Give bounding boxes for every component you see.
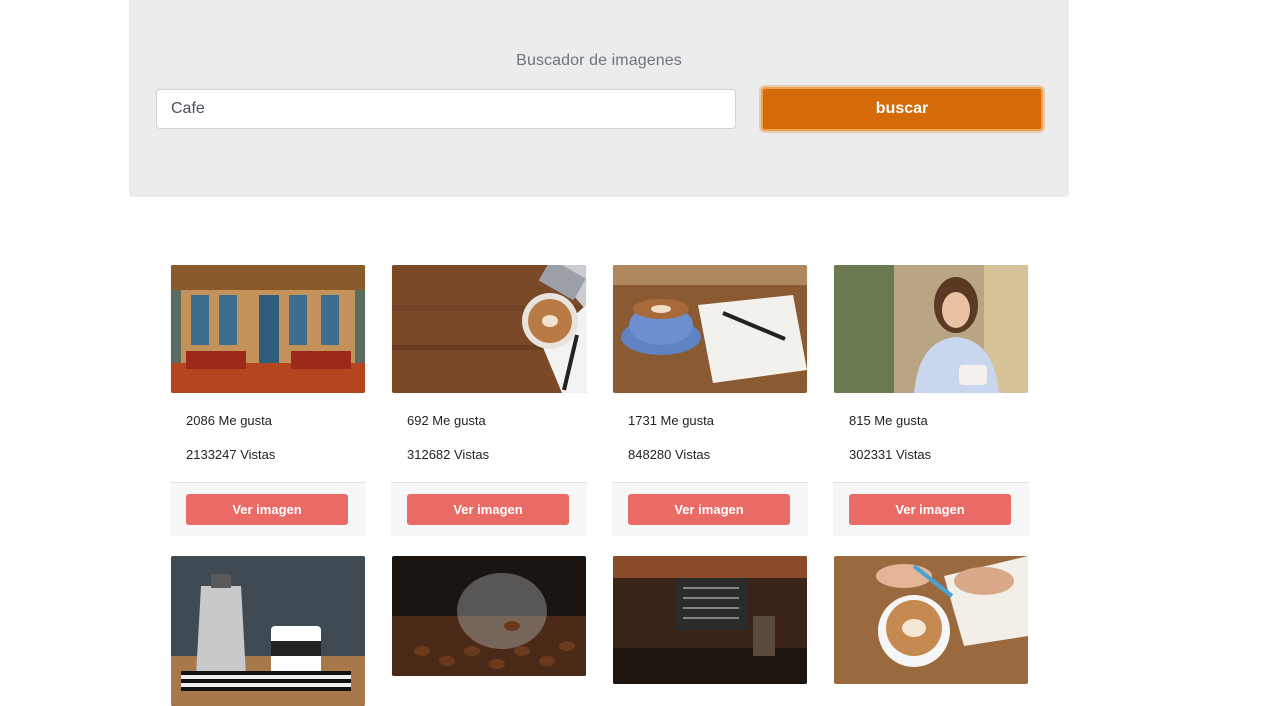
coffee-shop-counter-image xyxy=(613,556,807,684)
view-image-button[interactable]: Ver imagen xyxy=(628,494,790,525)
likes-count: 692 Me gusta xyxy=(407,413,486,428)
search-panel: Buscador de imagenes buscar xyxy=(129,0,1069,197)
image-card: 815 Me gusta 302331 Vistas Ver imagen xyxy=(833,265,1029,536)
latte-hands-notes-image xyxy=(834,556,1028,684)
card-footer: Ver imagen xyxy=(612,482,808,536)
image-card xyxy=(391,556,587,676)
coffee-cup-notebook-image xyxy=(613,265,807,393)
search-button[interactable]: buscar xyxy=(761,87,1043,131)
views-count: 2133247 Vistas xyxy=(186,447,276,462)
views-count: 302331 Vistas xyxy=(849,447,932,462)
card-footer: Ver imagen xyxy=(833,482,1029,536)
latte-laptop-desk-image xyxy=(392,265,586,393)
card-footer: Ver imagen xyxy=(170,482,366,536)
woman-phone-cafe-image xyxy=(834,265,1028,393)
image-card: 2086 Me gusta 2133247 Vistas Ver imagen xyxy=(170,265,366,536)
card-body: 2086 Me gusta 2133247 Vistas xyxy=(170,393,366,482)
view-image-button[interactable]: Ver imagen xyxy=(186,494,348,525)
moka-pot-mug-image xyxy=(171,556,365,706)
image-card xyxy=(833,556,1029,684)
card-footer: Ver imagen xyxy=(391,482,587,536)
search-title: Buscador de imagenes xyxy=(516,52,682,69)
views-count: 312682 Vistas xyxy=(407,447,490,462)
coffee-beans-glass-image xyxy=(392,556,586,676)
likes-count: 815 Me gusta xyxy=(849,413,928,428)
view-image-button[interactable]: Ver imagen xyxy=(407,494,569,525)
views-count: 848280 Vistas xyxy=(628,447,711,462)
image-card xyxy=(612,556,808,684)
card-body: 1731 Me gusta 848280 Vistas xyxy=(612,393,808,482)
card-body: 692 Me gusta 312682 Vistas xyxy=(391,393,587,482)
image-card: 692 Me gusta 312682 Vistas Ver imagen xyxy=(391,265,587,536)
card-body: 815 Me gusta 302331 Vistas xyxy=(833,393,1029,482)
image-card xyxy=(170,556,366,706)
image-card: 1731 Me gusta 848280 Vistas Ver imagen xyxy=(612,265,808,536)
view-image-button[interactable]: Ver imagen xyxy=(849,494,1011,525)
cafe-street-terrace-image xyxy=(171,265,365,393)
likes-count: 1731 Me gusta xyxy=(628,413,715,428)
search-input[interactable] xyxy=(156,89,736,129)
likes-count: 2086 Me gusta xyxy=(186,413,273,428)
